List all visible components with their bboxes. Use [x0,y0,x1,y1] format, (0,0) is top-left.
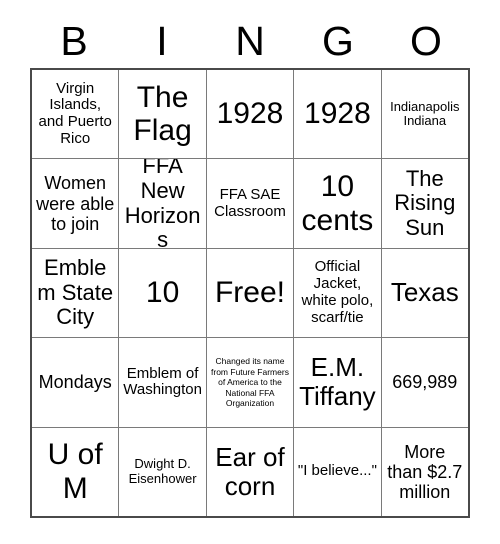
bingo-cell-label: FFA New Horizons [124,159,201,248]
bingo-header-letter-i: I [156,17,168,64]
bingo-cell-label: 10 [145,276,180,310]
bingo-cell-r3c1[interactable]: Emblem State City [32,248,119,338]
bingo-cell-r4c4[interactable]: E.M. Tiffany [294,338,381,427]
bingo-free-space-cell[interactable]: Free! [206,248,294,338]
bingo-cell-label: Virgin Islands, and Puerto Rico [38,79,112,147]
bingo-cell-r1c3[interactable]: 1928 [206,70,294,159]
bingo-cell-label: U of M [47,438,103,505]
bingo-cell-label: Emblem State City [37,255,114,330]
bingo-cell-label: 669,989 [392,372,458,393]
bingo-cell-label: Women were able to join [36,173,115,234]
bingo-cell-label: Official Jacket, white polo, scarf/tie [301,258,374,326]
bingo-cell-r3c4[interactable]: Official Jacket, white polo, scarf/tie [294,248,381,338]
bingo-cell-label: Dwight D. Eisenhower [128,456,197,486]
bingo-header-row: B I N G O [30,14,470,68]
bingo-cell-r2c5[interactable]: The Rising Sun [381,159,468,248]
bingo-cell-label: Ear of corn [215,441,285,501]
bingo-header-letter-g: G [322,17,354,64]
bingo-cell-label: The Rising Sun [394,165,456,240]
bingo-cell-label: Texas [390,277,459,308]
bingo-cell-label: The Flag [133,80,192,148]
bingo-header-letter-n: N [235,17,265,64]
bingo-cell-r5c4[interactable]: "I believe..." [294,427,381,516]
bingo-cell-label: 1928 [304,97,371,131]
bingo-cell-label: Mondays [38,372,112,393]
bingo-cell-r4c2[interactable]: Emblem of Washington [119,338,206,427]
bingo-cell-r2c2[interactable]: FFA New Horizons [119,159,206,248]
bingo-cell-label: Free! [214,276,285,310]
bingo-cell-r5c1[interactable]: U of M [32,427,119,516]
bingo-grid: Virgin Islands, and Puerto Rico The Flag 1… [30,68,470,518]
bingo-cell-label: "I believe..." [297,462,377,480]
bingo-cell-label: Changed its name from Future Farmers of … [211,356,289,408]
bingo-cell-r5c5[interactable]: More than $2.7 million [381,427,468,516]
bingo-cell-r1c4[interactable]: 1928 [294,70,381,159]
bingo-cell-r1c2[interactable]: The Flag [119,70,206,159]
bingo-cell-r4c5[interactable]: 669,989 [381,338,468,427]
bingo-cell-r4c1[interactable]: Mondays [32,338,119,427]
bingo-card: B I N G O Virgin Islands, and Puerto Ric… [0,0,500,544]
bingo-cell-label: Indianapolis Indiana [390,98,460,129]
bingo-cell-r2c4[interactable]: 10 cents [294,159,381,248]
bingo-header-letter-o: O [410,17,442,64]
bingo-cell-r2c1[interactable]: Women were able to join [32,159,119,248]
bingo-cell-r4c3[interactable]: Changed its name from Future Farmers of … [206,338,294,427]
bingo-cell-label: More than $2.7 million [387,441,463,502]
bingo-cell-label: E.M. Tiffany [299,352,376,412]
bingo-header-letter-b: B [60,17,88,64]
bingo-cell-r5c3[interactable]: Ear of corn [206,427,294,516]
bingo-cell-r3c5[interactable]: Texas [381,248,468,338]
bingo-cell-r2c3[interactable]: FFA SAE Classroom [206,159,294,248]
bingo-cell-label: 1928 [216,97,284,131]
bingo-cell-r3c2[interactable]: 10 [119,248,206,338]
bingo-cell-r1c5[interactable]: Indianapolis Indiana [381,70,468,159]
bingo-cell-r1c1[interactable]: Virgin Islands, and Puerto Rico [32,70,119,159]
bingo-cell-label: 10 cents [301,170,374,237]
bingo-cell-r5c2[interactable]: Dwight D. Eisenhower [119,427,206,516]
bingo-cell-label: Emblem of Washington [123,364,202,399]
bingo-cell-label: FFA SAE Classroom [214,185,286,220]
